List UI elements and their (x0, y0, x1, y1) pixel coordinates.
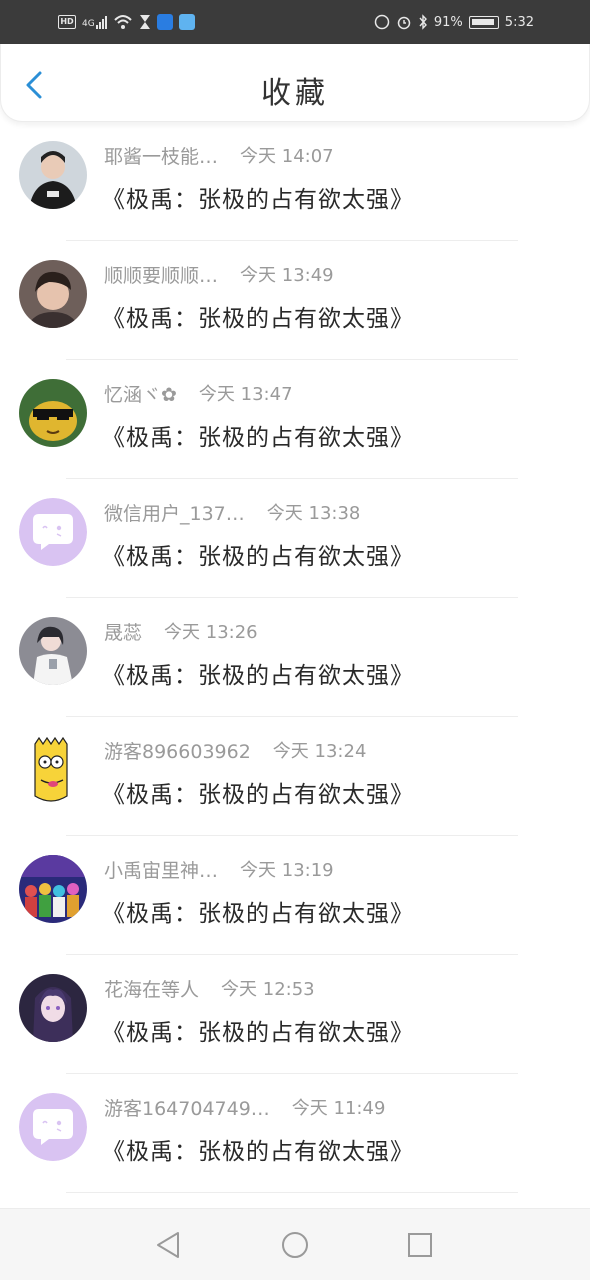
hd-icon: HD (58, 15, 76, 29)
divider (66, 1192, 518, 1193)
user-name: 微信用户_137… (104, 502, 245, 525)
nav-recents-button[interactable] (404, 1229, 436, 1261)
message-title: 《极禹：张极的占有欲太强》 (102, 1020, 414, 1046)
list-item[interactable]: 忆涵ヾ✿ 今天 13:47 《极禹：张极的占有欲太强》 (0, 360, 590, 479)
item-meta: 顺顺要顺顺… 今天 13:49 (104, 261, 334, 287)
user-name: 花海在等人 (104, 978, 200, 1001)
network-type: 4G (82, 19, 95, 29)
user-name: 晟蕊 (104, 621, 143, 644)
list-item[interactable]: 微信用户_137… 今天 13:38 《极禹：张极的占有欲太强》 (0, 479, 590, 598)
list-item[interactable]: 晟蕊 今天 13:26 《极禹：张极的占有欲太强》 (0, 598, 590, 717)
user-name: 游客164704749… (104, 1097, 270, 1120)
avatar (19, 141, 87, 209)
item-meta: 游客164704749… 今天 11:49 (104, 1094, 385, 1120)
avatar (19, 617, 87, 685)
battery-icon (468, 15, 499, 29)
list-item[interactable]: 小禹宙里神… 今天 13:19 《极禹：张极的占有欲太强》 (0, 836, 590, 955)
data-saver-icon (374, 14, 390, 30)
avatar (19, 736, 87, 804)
hourglass-icon (139, 15, 150, 29)
user-name: 忆涵ヾ✿ (104, 383, 177, 406)
status-icons-right: 91% 5:32 (374, 12, 534, 32)
timestamp: 今天 13:24 (272, 741, 367, 762)
avatar (19, 974, 87, 1042)
wifi-icon (113, 15, 132, 29)
system-nav-bar (0, 1208, 590, 1280)
favorites-list: 耶酱一枝能… 今天 14:07 《极禹：张极的占有欲太强》 顺顺要顺顺… 今天 … (0, 122, 590, 1193)
circle-home-icon (282, 1232, 308, 1258)
message-title: 《极禹：张极的占有欲太强》 (102, 782, 414, 808)
nav-home-button[interactable] (279, 1229, 311, 1261)
triangle-back-icon (157, 1232, 179, 1258)
list-item[interactable]: 花海在等人 今天 12:53 《极禹：张极的占有欲太强》 (0, 955, 590, 1074)
timestamp: 今天 13:26 (164, 622, 258, 643)
user-name: 小禹宙里神… (104, 859, 219, 882)
message-title: 《极禹：张极的占有欲太强》 (102, 1139, 414, 1165)
item-meta: 晟蕊 今天 13:26 (104, 618, 258, 644)
message-title: 《极禹：张极的占有欲太强》 (102, 187, 414, 213)
message-title: 《极禹：张极的占有欲太强》 (102, 425, 414, 451)
list-item[interactable]: 游客896603962 今天 13:24 《极禹：张极的占有欲太强》 (0, 717, 590, 836)
avatar (19, 855, 87, 923)
message-title: 《极禹：张极的占有欲太强》 (102, 901, 414, 927)
message-title: 《极禹：张极的占有欲太强》 (102, 544, 414, 570)
avatar (19, 260, 87, 328)
default-avatar (19, 498, 87, 566)
shield-app-icon (156, 14, 173, 30)
item-meta: 小禹宙里神… 今天 13:19 (104, 856, 334, 882)
timestamp: 今天 13:38 (266, 503, 361, 524)
header: 收藏 (0, 44, 590, 122)
timestamp: 今天 13:47 (198, 384, 293, 405)
user-name: 游客896603962 (104, 740, 251, 763)
bluetooth-icon (419, 14, 427, 30)
avatar (19, 379, 87, 447)
list-item[interactable]: 耶酱一枝能… 今天 14:07 《极禹：张极的占有欲太强》 (0, 122, 590, 241)
page-title: 收藏 (261, 76, 329, 111)
timestamp: 今天 12:53 (221, 979, 315, 1000)
timestamp: 今天 11:49 (291, 1098, 386, 1119)
message-title: 《极禹：张极的占有欲太强》 (102, 663, 414, 689)
square-recents-icon (408, 1233, 432, 1257)
browser-app-icon (178, 14, 195, 30)
timestamp: 今天 13:49 (240, 265, 334, 286)
item-meta: 微信用户_137… 今天 13:38 (104, 499, 360, 525)
status-bar: HD 4G 91% 5:32 (0, 0, 590, 44)
user-name: 顺顺要顺顺… (104, 264, 219, 287)
item-meta: 耶酱一枝能… 今天 14:07 (104, 142, 334, 168)
status-icons-left: HD 4G (58, 12, 195, 32)
item-meta: 花海在等人 今天 12:53 (104, 975, 315, 1001)
timestamp: 今天 14:07 (240, 146, 334, 167)
clock: 5:32 (504, 14, 534, 30)
alarm-icon (397, 16, 411, 30)
message-title: 《极禹：张极的占有欲太强》 (102, 306, 414, 332)
item-meta: 忆涵ヾ✿ 今天 13:47 (104, 380, 293, 406)
user-name: 耶酱一枝能… (104, 145, 219, 168)
timestamp: 今天 13:19 (240, 860, 334, 881)
signal-icon: 4G (82, 15, 107, 29)
list-item[interactable]: 顺顺要顺顺… 今天 13:49 《极禹：张极的占有欲太强》 (0, 241, 590, 360)
battery-percent: 91% (433, 14, 463, 30)
item-meta: 游客896603962 今天 13:24 (104, 737, 366, 763)
list-item[interactable]: 游客164704749… 今天 11:49 《极禹：张极的占有欲太强》 (0, 1074, 590, 1193)
nav-back-button[interactable] (152, 1229, 184, 1261)
default-avatar (19, 1093, 87, 1161)
